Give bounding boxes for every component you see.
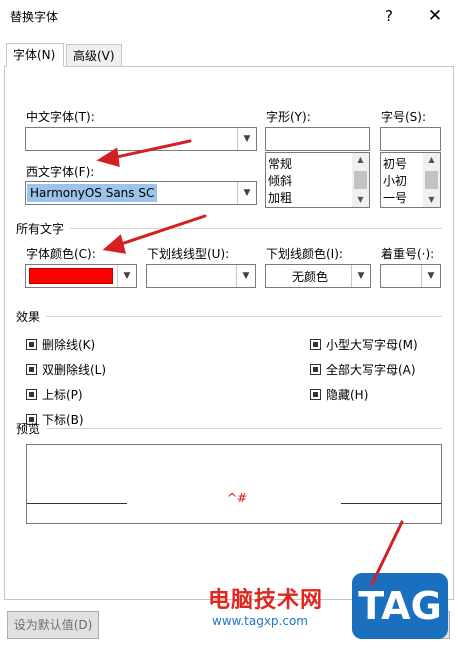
list-item[interactable]: 加粗 (268, 189, 292, 206)
window-title: 替换字体 (10, 10, 59, 24)
emphasis-mark-combo[interactable]: ▼ (380, 264, 441, 288)
strikethrough-checkbox[interactable]: 删除线(K) (26, 336, 95, 353)
list-item[interactable]: 倾斜 (268, 172, 292, 189)
font-size-label: 字号(S): (381, 110, 427, 124)
all-text-section-label: 所有文字 (16, 222, 65, 236)
font-size-input[interactable] (380, 127, 441, 151)
scroll-up-icon[interactable]: ▲ (352, 153, 369, 167)
tab-advanced-label: 高级(V) (73, 49, 115, 63)
preview-section-label: 预览 (16, 422, 41, 436)
font-size-list[interactable]: 初号 小初 一号 ▲ ▼ (380, 152, 441, 208)
preview-baseline (27, 503, 127, 504)
scroll-down-icon[interactable]: ▼ (352, 193, 369, 207)
preview-baseline (341, 503, 441, 504)
checkbox-box[interactable] (26, 364, 37, 375)
font-style-label: 字形(Y): (266, 110, 311, 124)
tag-logo-text: TAG (358, 584, 442, 628)
checkbox-box[interactable] (310, 339, 321, 350)
checkbox-label: 隐藏(H) (326, 388, 369, 402)
list-item[interactable]: 一号 (383, 189, 407, 206)
close-button[interactable]: ✕ (418, 4, 452, 28)
watermark-site-name: 电脑技术网 (208, 588, 324, 613)
chevron-down-icon[interactable]: ▼ (237, 182, 256, 204)
underline-type-combo[interactable]: ▼ (146, 264, 256, 288)
chevron-down-icon[interactable]: ▼ (236, 265, 255, 287)
checkbox-label: 删除线(K) (42, 338, 96, 352)
chevron-down-icon[interactable]: ▼ (421, 265, 440, 287)
checkbox-box[interactable] (310, 364, 321, 375)
hidden-checkbox[interactable]: 隐藏(H) (310, 386, 368, 403)
scroll-up-icon[interactable]: ▲ (423, 153, 440, 167)
divider (46, 428, 442, 429)
divider (46, 316, 442, 317)
western-font-label: 西文字体(F): (26, 165, 95, 179)
font-color-combo[interactable]: ▼ (25, 264, 137, 288)
scroll-thumb[interactable] (425, 171, 438, 189)
underline-color-combo[interactable]: 无颜色 ▼ (265, 264, 371, 288)
underline-type-label: 下划线线型(U): (147, 247, 230, 261)
scrollbar[interactable]: ▲ ▼ (423, 153, 440, 207)
tab-font[interactable]: 字体(N) (6, 43, 64, 67)
superscript-checkbox[interactable]: 上标(P) (26, 386, 83, 403)
underline-color-value: 无颜色 (292, 270, 329, 284)
tab-font-label: 字体(N) (13, 48, 56, 62)
list-item[interactable]: 小初 (383, 172, 407, 189)
emphasis-mark-label: 着重号(·): (381, 247, 435, 261)
checkbox-label: 全部大写字母(A) (326, 363, 416, 377)
list-item[interactable]: 常规 (268, 155, 292, 172)
checkbox-box[interactable] (310, 389, 321, 400)
divider (70, 228, 442, 229)
scroll-down-icon[interactable]: ▼ (423, 193, 440, 207)
scrollbar[interactable]: ▲ ▼ (352, 153, 369, 207)
checkbox-box[interactable] (26, 389, 37, 400)
western-font-combo[interactable]: HarmonyOS Sans SC ▼ (25, 181, 257, 205)
font-style-input[interactable] (265, 127, 370, 151)
chinese-font-label: 中文字体(T): (26, 110, 95, 124)
preview-box: ^# (26, 444, 442, 524)
western-font-value: HarmonyOS Sans SC (27, 184, 158, 202)
chevron-down-icon[interactable]: ▼ (237, 128, 256, 150)
checkbox-label: 双删除线(L) (42, 363, 107, 377)
tab-advanced[interactable]: 高级(V) (66, 44, 122, 67)
all-caps-checkbox[interactable]: 全部大写字母(A) (310, 361, 416, 378)
chinese-font-combo[interactable]: ▼ (25, 127, 257, 151)
scroll-thumb[interactable] (354, 171, 367, 189)
watermark-url: www.tagxp.com (212, 614, 308, 628)
list-item[interactable]: 初号 (383, 155, 407, 172)
checkbox-label: 下标(B) (42, 413, 84, 427)
font-style-list[interactable]: 常规 倾斜 加粗 ▲ ▼ (265, 152, 370, 208)
title-bar: 替换字体 ? ✕ (0, 0, 458, 32)
help-button[interactable]: ? (372, 4, 406, 28)
checkbox-label: 小型大写字母(M) (326, 338, 418, 352)
underline-color-label: 下划线颜色(I): (266, 247, 343, 261)
double-strikethrough-checkbox[interactable]: 双删除线(L) (26, 361, 106, 378)
checkbox-box[interactable] (26, 339, 37, 350)
tag-logo: TAG (352, 573, 448, 639)
font-color-swatch (29, 268, 113, 284)
chevron-down-icon[interactable]: ▼ (351, 265, 370, 287)
effects-section-label: 效果 (16, 310, 41, 324)
preview-sample: ^# (227, 491, 248, 505)
font-color-label: 字体颜色(C): (26, 247, 96, 261)
small-caps-checkbox[interactable]: 小型大写字母(M) (310, 336, 418, 353)
checkbox-label: 上标(P) (42, 388, 83, 402)
chevron-down-icon[interactable]: ▼ (117, 265, 136, 287)
set-default-button[interactable]: 设为默认值(D) (7, 611, 99, 639)
